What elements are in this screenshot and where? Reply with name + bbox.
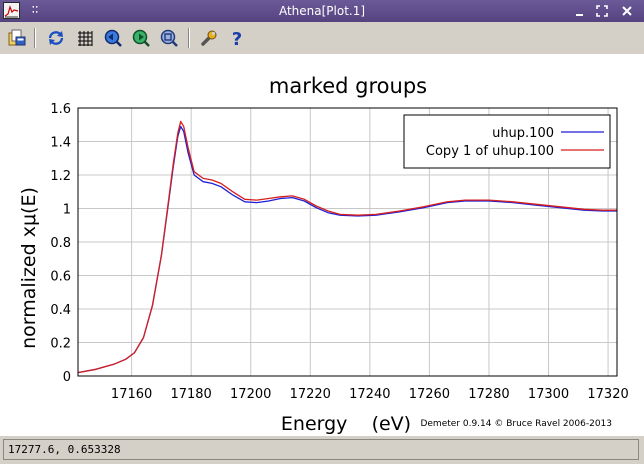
y-tick-label: 1.2	[50, 169, 71, 184]
y-tick-label: 0.2	[50, 337, 71, 352]
y-tick-label: 1.4	[50, 136, 71, 151]
y-tick-label: 1	[63, 203, 71, 218]
y-axis-label: normalized xμ(E)	[18, 187, 40, 349]
x-tick-label: 17180	[170, 387, 211, 402]
credits-annotation: Demeter 0.9.14 © Bruce Ravel 2006-2013	[420, 419, 612, 429]
window-title: Athena[Plot.1]	[278, 4, 366, 18]
refresh-icon	[48, 31, 64, 45]
zoom-out-icon	[104, 29, 122, 47]
x-tick-label: 17200	[230, 387, 271, 402]
legend: uhup.100 Copy 1 of uhup.100	[403, 114, 611, 169]
help-icon: ?	[232, 29, 242, 49]
open-folder-icon	[8, 29, 26, 46]
open-file-button[interactable]	[6, 27, 28, 49]
toolbar: ?	[0, 23, 644, 53]
y-tick-label: 0.4	[50, 303, 71, 318]
zoom-fit-button[interactable]	[158, 27, 180, 49]
toolbar-separator	[188, 28, 190, 48]
zoom-out-button[interactable]	[102, 27, 124, 49]
plot-area: 17160 17180 17200 17220 17240 17260 17280 17300…	[0, 54, 644, 436]
x-tick-label: 17300	[528, 387, 569, 402]
y-tick-label: 0.6	[50, 270, 71, 285]
grid-icon	[78, 31, 93, 46]
grid-button[interactable]	[74, 27, 96, 49]
svg-text:?: ?	[232, 29, 242, 49]
cursor-coordinates: 17277.6, 0.653328	[3, 439, 639, 460]
y-tick-label: 0	[63, 370, 71, 385]
x-tick-label: 17240	[349, 387, 390, 402]
x-tick-label: 17280	[468, 387, 509, 402]
x-axis-label: Energy (eV)	[281, 413, 411, 435]
zoom-in-button[interactable]	[130, 27, 152, 49]
x-tick-label: 17160	[111, 387, 152, 402]
y-tick-label: 0.8	[50, 236, 71, 251]
toolbar-separator	[34, 28, 36, 48]
settings-button[interactable]	[198, 27, 220, 49]
y-tick-label: 1.6	[50, 102, 71, 117]
x-tick-label: 17260	[409, 387, 450, 402]
legend-label-series-2: Copy 1 of uhup.100	[426, 144, 554, 159]
zoom-in-icon	[132, 29, 150, 47]
chart: 17160 17180 17200 17220 17240 17260 17280 17300…	[18, 74, 629, 435]
refresh-button[interactable]	[45, 27, 67, 49]
close-icon[interactable]	[619, 3, 635, 19]
chart-title: marked groups	[269, 74, 427, 98]
x-tick-label: 17220	[290, 387, 331, 402]
title-bar: ∶∶ Athena[Plot.1]	[0, 0, 644, 22]
maximize-icon[interactable]	[594, 3, 610, 19]
help-button[interactable]: ?	[226, 27, 248, 49]
minimize-icon[interactable]	[572, 3, 588, 19]
status-bar: 17277.6, 0.653328	[0, 436, 644, 464]
legend-box	[403, 114, 611, 169]
wrench-icon	[201, 30, 217, 46]
legend-label-series-1: uhup.100	[492, 126, 554, 141]
zoom-fit-icon	[160, 29, 178, 47]
x-tick-label: 17320	[587, 387, 628, 402]
